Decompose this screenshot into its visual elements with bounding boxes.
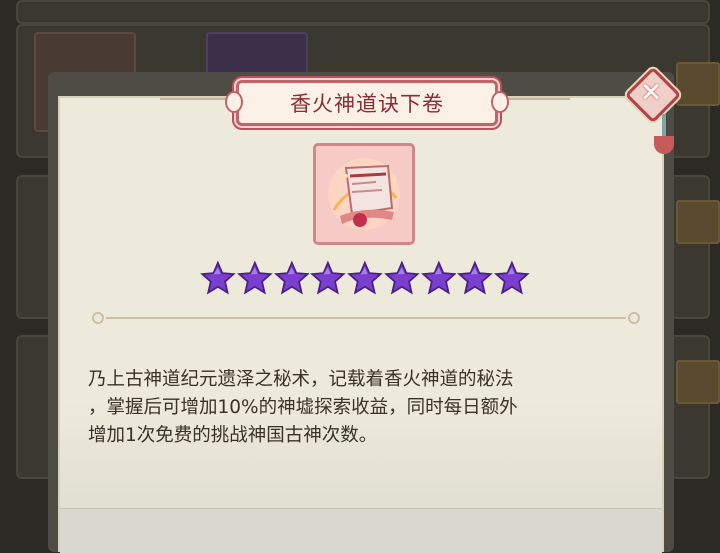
- section-divider: [92, 312, 640, 324]
- plaque-ornament: [225, 91, 243, 113]
- close-icon: ✕: [640, 78, 662, 108]
- background-button: [676, 360, 720, 404]
- plaque-ornament: [491, 91, 509, 113]
- divider-ornament: [628, 312, 640, 324]
- star-icon: [310, 260, 347, 295]
- dialog-footer: [60, 508, 662, 553]
- star-icon: [420, 260, 457, 295]
- dialog-title: 香火神道诀下卷: [290, 92, 444, 116]
- divider-ornament: [92, 312, 104, 324]
- star-icon: [200, 260, 236, 295]
- divider-line: [106, 317, 626, 319]
- background-button: [676, 62, 720, 106]
- scroll-icon: [328, 158, 400, 230]
- item-icon-frame: [313, 143, 415, 245]
- title-plaque: 香火神道诀下卷: [225, 80, 509, 126]
- background-panel: [16, 0, 710, 24]
- description-line: 乃上古神道纪元遗泽之秘术，记载着香火神道的秘法: [88, 369, 514, 390]
- description-line: ，掌握后可增加10%的神墟探索收益，同时每日额外: [88, 397, 518, 418]
- description-line: 增加1次免费的挑战神国古神次数。: [88, 425, 378, 446]
- star-icon: [236, 260, 273, 295]
- star-rating: [200, 258, 530, 302]
- star-icon: [273, 260, 310, 295]
- item-description: 乃上古神道纪元遗泽之秘术，记载着香火神道的秘法 ，掌握后可增加10%的神墟探索收…: [88, 366, 648, 450]
- star-icon: [347, 260, 383, 295]
- star-icon: [383, 260, 420, 295]
- star-icon: [494, 260, 530, 295]
- star-icon: [457, 260, 494, 295]
- background-button: [676, 200, 720, 244]
- close-button[interactable]: ✕: [624, 66, 682, 124]
